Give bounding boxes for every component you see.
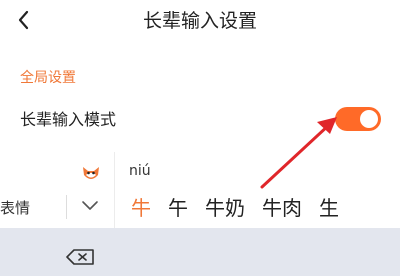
candidate-item[interactable]: 牛奶 [205, 192, 245, 221]
keyboard-left-panel: 表情 [0, 152, 115, 228]
pinyin-input: niú [129, 163, 151, 179]
candidate-item[interactable]: 午 [168, 192, 188, 221]
emoji-tab-label[interactable]: 表情 [0, 197, 30, 218]
backspace-icon[interactable] [66, 248, 96, 266]
candidate-item[interactable]: 牛 [131, 192, 151, 221]
ime-keyboard: 表情 niú 牛 午 牛奶 牛肉 生 [0, 152, 400, 276]
candidate-list: 牛 午 牛奶 牛肉 生 [131, 192, 339, 221]
candidate-item[interactable]: 生 [319, 192, 339, 221]
candidate-item[interactable]: 牛肉 [262, 192, 302, 221]
chevron-down-icon[interactable] [80, 198, 100, 214]
keyboard-key-area [0, 228, 400, 276]
fox-emoji-icon[interactable] [80, 162, 102, 184]
candidate-panel: niú 牛 午 牛奶 牛肉 生 [115, 152, 400, 228]
divider [66, 195, 67, 219]
